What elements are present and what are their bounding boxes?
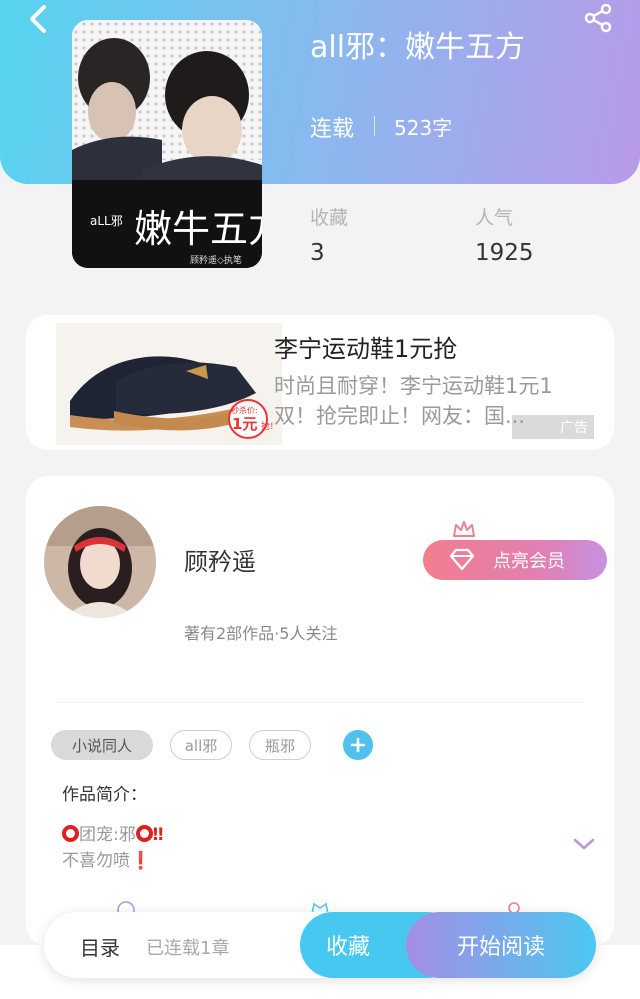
expand-chevron-icon[interactable] — [572, 836, 596, 852]
intro-line-1-text: 团宠:邪 — [79, 825, 136, 845]
chevron-left-icon — [30, 5, 46, 33]
popularity-label: 人气 — [475, 207, 514, 229]
divider — [56, 702, 584, 703]
intro-line-2-text: 不喜勿喷 — [62, 851, 130, 871]
cover-title-art: 嫩牛五方 — [134, 207, 262, 251]
favorites-count: 3 — [310, 240, 325, 266]
back-button[interactable] — [18, 2, 58, 36]
activate-vip-button[interactable]: 点亮会员 — [423, 540, 607, 580]
status-divider — [374, 116, 375, 136]
intro-line-1-mark: ‼ — [152, 825, 164, 845]
toc-button[interactable]: 目录 — [80, 932, 120, 961]
share-button[interactable] — [578, 0, 618, 36]
red-circle-icon — [135, 825, 153, 842]
author-meta: 著有2部作品·5人关注 — [184, 624, 338, 643]
tag-label: 小说同人 — [71, 736, 132, 755]
plus-icon — [350, 737, 366, 753]
chapter-count: 已连载1章 — [146, 938, 230, 959]
intro-line-2-mark: ❗ — [130, 851, 152, 871]
favorites-label: 收藏 — [310, 207, 349, 229]
tag-all-xie[interactable]: all邪 — [170, 730, 232, 760]
add-tag-button[interactable] — [343, 730, 373, 760]
start-reading-button[interactable]: 开始阅读 — [406, 912, 596, 978]
bottom-action-bar: 目录 已连载1章 收藏 开始阅读 — [44, 912, 596, 978]
ad-title: 李宁运动鞋1元抢 — [274, 335, 458, 363]
author-name: 顾矜遥 — [184, 548, 256, 576]
ad-price-label: 秒杀价: — [231, 405, 258, 415]
tag-label: all邪 — [184, 736, 218, 755]
vip-button-label: 点亮会员 — [493, 551, 565, 572]
book-title: all邪：嫩牛五方 — [310, 30, 526, 65]
start-reading-label: 开始阅读 — [456, 935, 545, 960]
ad-price-suffix: 抢! — [261, 420, 274, 432]
book-cover[interactable]: aLL邪 嫩牛五方 顾矜遥◇执笔 — [72, 20, 262, 268]
favorite-button-label: 收藏 — [326, 935, 371, 960]
cover-brand: aLL邪 — [90, 214, 123, 228]
cover-credit: 顾矜遥◇执笔 — [190, 254, 242, 266]
intro-line-2: 不喜勿喷❗ — [62, 846, 151, 871]
intro-label: 作品简介： — [62, 785, 147, 805]
book-status: 连载 — [310, 117, 355, 142]
author-avatar[interactable] — [44, 506, 156, 618]
tag-ping-xie[interactable]: 瓶邪 — [249, 730, 311, 760]
ad-badge-label: 广告 — [560, 420, 588, 436]
tag-novel-fanfic[interactable]: 小说同人 — [51, 730, 153, 760]
diamond-icon — [449, 548, 475, 571]
red-circle-icon — [62, 825, 79, 842]
word-count: 523字 — [394, 116, 453, 140]
ad-card[interactable]: 秒杀价: 1元 抢! 李宁运动鞋1元抢 时尚且耐穿！李宁运动鞋1元1双！抢完即止… — [26, 315, 614, 450]
share-icon — [584, 3, 612, 33]
ad-price: 1元 — [232, 415, 257, 433]
intro-line-1: 团宠:邪 ‼ — [62, 820, 163, 845]
cover-illustration: aLL邪 嫩牛五方 顾矜遥◇执笔 — [72, 20, 262, 268]
ad-image: 秒杀价: 1元 抢! — [56, 323, 282, 445]
popularity-count: 1925 — [475, 240, 534, 266]
tag-label: 瓶邪 — [264, 736, 295, 755]
author-card: 顾矜遥 著有2部作品·5人关注 点亮会员 小说同人 all邪 瓶邪 作品简介： … — [26, 476, 614, 946]
crown-icon — [453, 521, 475, 537]
ad-badge: 广告 — [512, 415, 594, 439]
